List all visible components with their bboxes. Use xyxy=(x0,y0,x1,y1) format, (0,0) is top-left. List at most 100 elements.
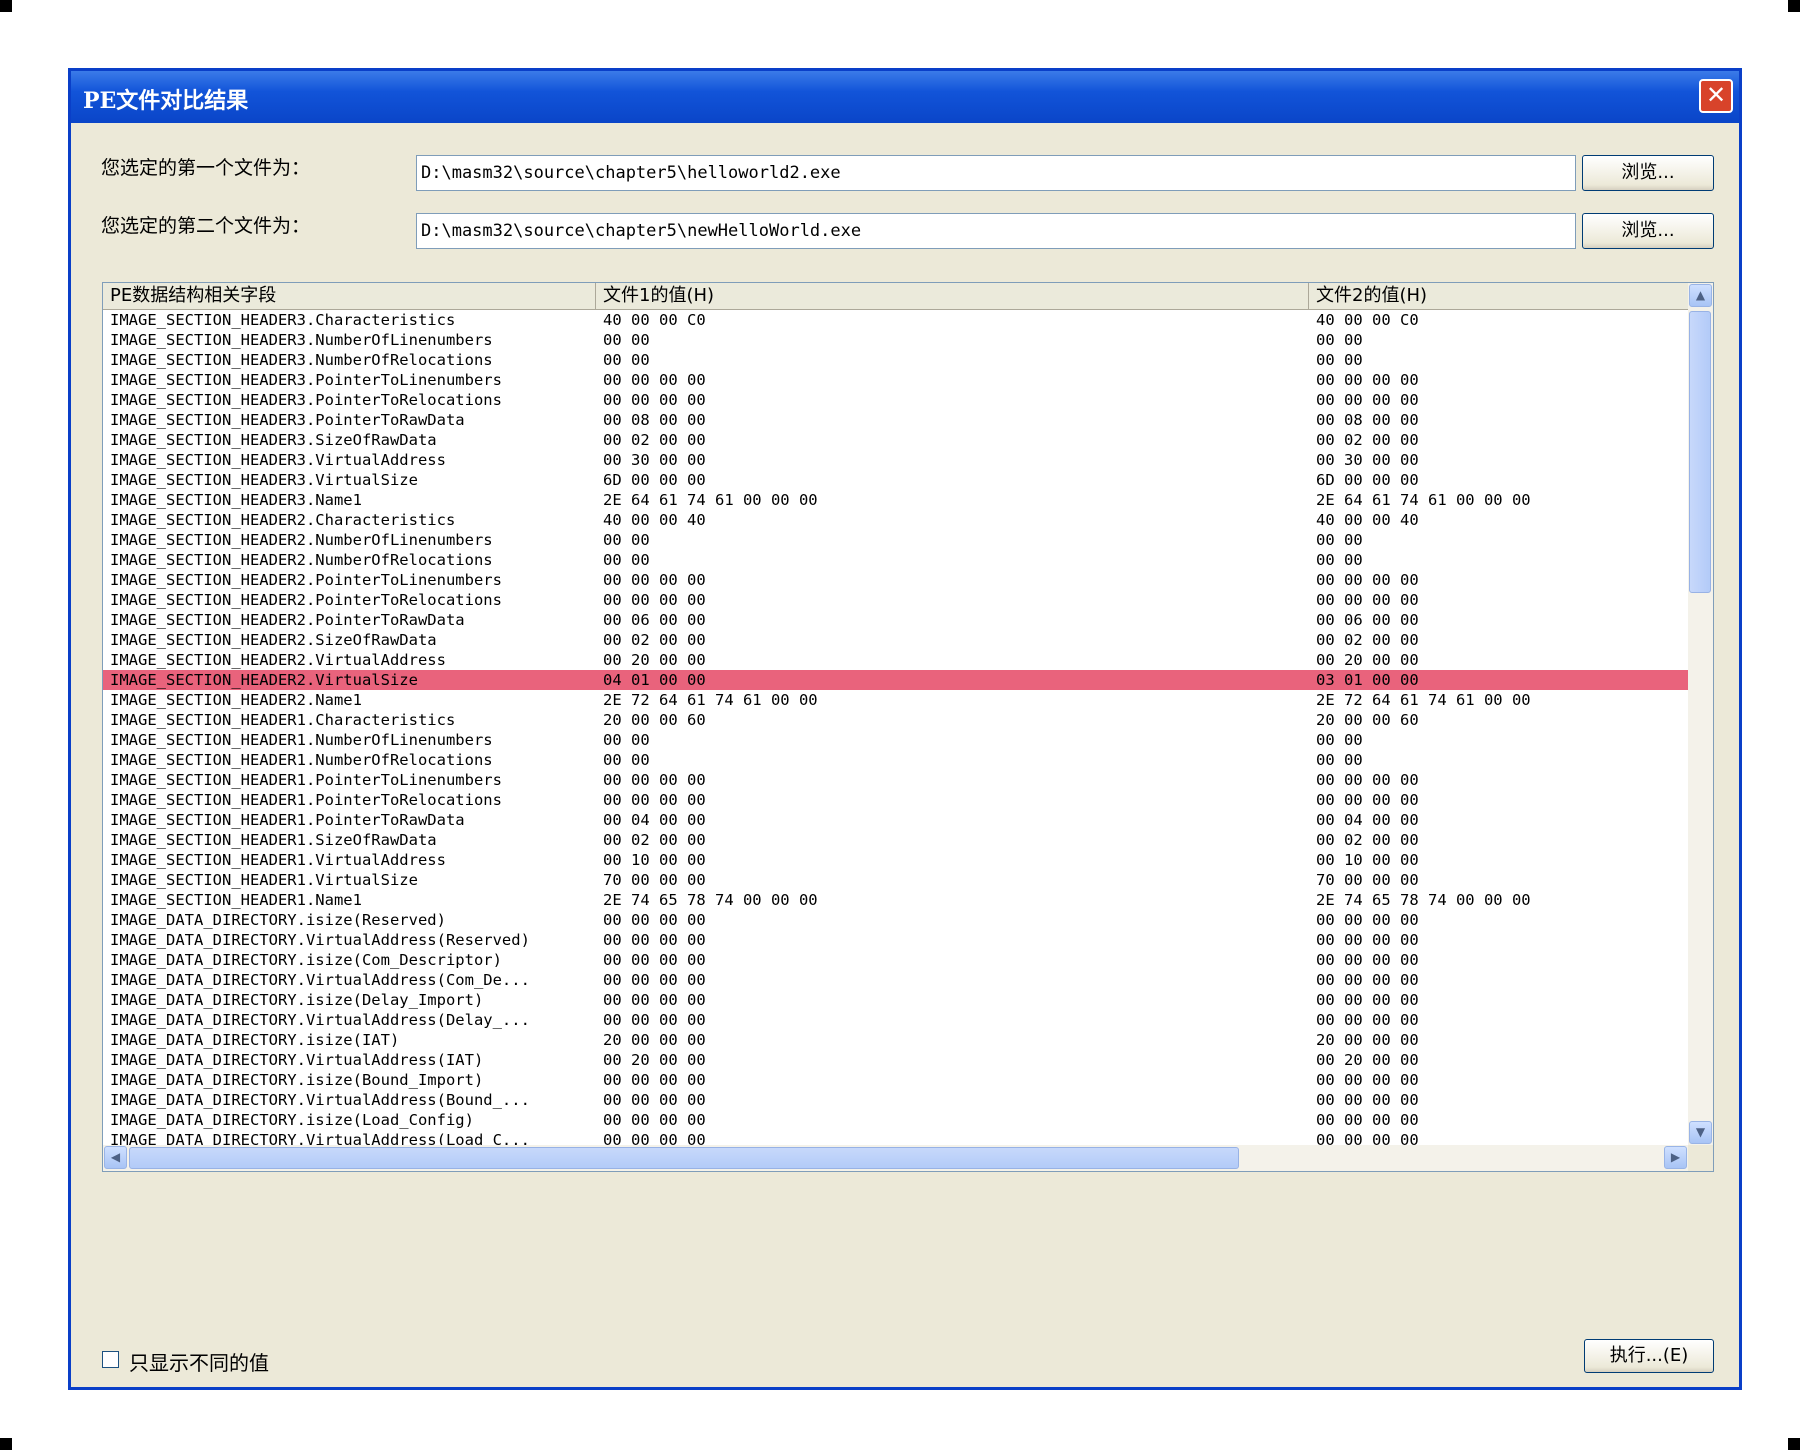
field-cell: IMAGE_SECTION_HEADER2.Name1 xyxy=(110,691,362,709)
table-row[interactable]: IMAGE_SECTION_HEADER1.SizeOfRawData 00 02… xyxy=(103,830,1688,850)
file1-label: 您选定的第一个文件为： xyxy=(101,157,311,179)
file2-value-cell: 00 00 00 00 xyxy=(1316,1091,1419,1109)
table-row[interactable]: IMAGE_SECTION_HEADER2.NumberOfLinenumber… xyxy=(103,530,1688,550)
table-row[interactable]: IMAGE_SECTION_HEADER1.NumberOfLinenumber… xyxy=(103,730,1688,750)
table-row[interactable]: IMAGE_SECTION_HEADER2.PointerToLinenumbe… xyxy=(103,570,1688,590)
file1-value-cell: 40 00 00 C0 xyxy=(603,311,706,329)
table-row[interactable]: IMAGE_DATA_DIRECTORY.isize(Com_Descripto… xyxy=(103,950,1688,970)
table-row[interactable]: IMAGE_DATA_DIRECTORY.VirtualAddress(Dela… xyxy=(103,1010,1688,1030)
file1-value-cell: 40 00 00 40 xyxy=(603,511,706,529)
table-row[interactable]: IMAGE_SECTION_HEADER2.SizeOfRawData 00 02… xyxy=(103,630,1688,650)
table-row[interactable]: IMAGE_SECTION_HEADER1.PointerToLinenumbe… xyxy=(103,770,1688,790)
table-row[interactable]: IMAGE_DATA_DIRECTORY.VirtualAddress(Boun… xyxy=(103,1090,1688,1110)
table-row[interactable]: IMAGE_SECTION_HEADER1.PointerToRelocatio… xyxy=(103,790,1688,810)
file1-value-cell: 00 00 xyxy=(603,551,650,569)
table-row[interactable]: IMAGE_SECTION_HEADER1.Name1 2E 74 65 78 7… xyxy=(103,890,1688,910)
horizontal-scrollbar[interactable]: ◀ ▶ xyxy=(103,1145,1688,1171)
file1-value-cell: 00 08 00 00 xyxy=(603,411,706,429)
field-cell: IMAGE_SECTION_HEADER1.PointerToRawData xyxy=(110,811,465,829)
table-row[interactable]: IMAGE_SECTION_HEADER3.VirtualSize 6D 00 0… xyxy=(103,470,1688,490)
compare-results-list[interactable]: PE数据结构相关字段 文件1的值(H) 文件2的值(H) IMAGE_SECTI… xyxy=(102,282,1714,1172)
file1-path-input[interactable]: D:\masm32\source\chapter5\helloworld2.ex… xyxy=(416,155,1576,191)
horizontal-scroll-thumb[interactable] xyxy=(129,1147,1239,1169)
field-cell: IMAGE_SECTION_HEADER2.PointerToRawData xyxy=(110,611,465,629)
file2-value-cell: 00 00 xyxy=(1316,551,1363,569)
table-row[interactable]: IMAGE_SECTION_HEADER1.NumberOfRelocation… xyxy=(103,750,1688,770)
field-cell: IMAGE_SECTION_HEADER1.Characteristics xyxy=(110,711,456,729)
table-row[interactable]: IMAGE_SECTION_HEADER3.VirtualAddress 00 3… xyxy=(103,450,1688,470)
only-diff-label[interactable]: 只显示不同的值 xyxy=(129,1347,269,1376)
table-row[interactable]: IMAGE_SECTION_HEADER1.PointerToRawData 00… xyxy=(103,810,1688,830)
field-cell: IMAGE_DATA_DIRECTORY.VirtualAddress(Com_… xyxy=(110,971,530,989)
scroll-left-button[interactable]: ◀ xyxy=(104,1146,127,1169)
column-header-file1[interactable]: 文件1的值(H) xyxy=(596,283,1309,309)
table-row[interactable]: IMAGE_DATA_DIRECTORY.isize(Load_Config) 0… xyxy=(103,1110,1688,1130)
file1-browse-button[interactable]: 浏览... xyxy=(1582,155,1714,191)
file2-value-cell: 00 00 00 00 xyxy=(1316,391,1419,409)
table-row[interactable]: IMAGE_SECTION_HEADER3.PointerToLinenumbe… xyxy=(103,370,1688,390)
file1-value-cell: 00 00 00 00 xyxy=(603,971,706,989)
field-cell: IMAGE_SECTION_HEADER3.PointerToRawData xyxy=(110,411,465,429)
list-header: PE数据结构相关字段 文件1的值(H) 文件2的值(H) xyxy=(103,283,1688,310)
file2-value-cell: 00 00 00 00 xyxy=(1316,951,1419,969)
file1-value-cell: 00 20 00 00 xyxy=(603,651,706,669)
execute-button[interactable]: 执行...(E) xyxy=(1584,1339,1714,1373)
field-cell: IMAGE_DATA_DIRECTORY.isize(Bound_Import) xyxy=(110,1071,484,1089)
table-row[interactable]: IMAGE_SECTION_HEADER2.PointerToRawData 00… xyxy=(103,610,1688,630)
table-row[interactable]: IMAGE_SECTION_HEADER3.PointerToRawData 00… xyxy=(103,410,1688,430)
file2-value-cell: 00 00 00 00 xyxy=(1316,931,1419,949)
field-cell: IMAGE_DATA_DIRECTORY.VirtualAddress(Dela… xyxy=(110,1011,530,1029)
table-row[interactable]: IMAGE_SECTION_HEADER1.Characteristics 20 … xyxy=(103,710,1688,730)
file2-browse-button[interactable]: 浏览... xyxy=(1582,213,1714,249)
title-bar[interactable]: PE文件对比结果 ✕ xyxy=(71,71,1739,123)
file1-value-cell: 70 00 00 00 xyxy=(603,871,706,889)
file1-value-cell: 00 00 xyxy=(603,731,650,749)
table-row[interactable]: IMAGE_SECTION_HEADER2.Characteristics 40 … xyxy=(103,510,1688,530)
table-row[interactable]: IMAGE_SECTION_HEADER2.Name1 2E 72 64 61 7… xyxy=(103,690,1688,710)
vertical-scroll-thumb[interactable] xyxy=(1689,311,1711,593)
table-row[interactable]: IMAGE_SECTION_HEADER2.PointerToRelocatio… xyxy=(103,590,1688,610)
scroll-right-button[interactable]: ▶ xyxy=(1664,1146,1687,1169)
table-row[interactable]: IMAGE_DATA_DIRECTORY.isize(Delay_Import)… xyxy=(103,990,1688,1010)
column-header-field[interactable]: PE数据结构相关字段 xyxy=(103,283,596,309)
table-row[interactable]: IMAGE_SECTION_HEADER3.Name1 2E 64 61 74 6… xyxy=(103,490,1688,510)
table-row[interactable]: IMAGE_SECTION_HEADER2.NumberOfRelocation… xyxy=(103,550,1688,570)
field-cell: IMAGE_SECTION_HEADER2.VirtualAddress xyxy=(110,651,446,669)
table-row[interactable]: IMAGE_SECTION_HEADER3.SizeOfRawData 00 02… xyxy=(103,430,1688,450)
file1-value-cell: 00 30 00 00 xyxy=(603,451,706,469)
scroll-down-button[interactable]: ▼ xyxy=(1689,1121,1712,1144)
file2-value-cell: 00 00 00 00 xyxy=(1316,1111,1419,1129)
field-cell: IMAGE_SECTION_HEADER3.Name1 xyxy=(110,491,362,509)
vertical-scrollbar[interactable]: ▲ ▼ xyxy=(1688,283,1713,1145)
table-row[interactable]: IMAGE_DATA_DIRECTORY.isize(Bound_Import)… xyxy=(103,1070,1688,1090)
file2-path-input[interactable]: D:\masm32\source\chapter5\newHelloWorld.… xyxy=(416,213,1576,249)
file1-value-cell: 20 00 00 60 xyxy=(603,711,706,729)
close-button[interactable]: ✕ xyxy=(1699,79,1733,113)
table-row[interactable]: IMAGE_DATA_DIRECTORY.isize(Reserved) 00 0… xyxy=(103,910,1688,930)
file2-value-cell: 00 02 00 00 xyxy=(1316,631,1419,649)
window-title: PE文件对比结果 xyxy=(83,88,249,114)
scroll-up-button[interactable]: ▲ xyxy=(1689,284,1712,307)
table-row[interactable]: IMAGE_SECTION_HEADER3.Characteristics 40 … xyxy=(103,310,1688,330)
table-row[interactable]: IMAGE_SECTION_HEADER3.NumberOfLinenumber… xyxy=(103,330,1688,350)
file1-value-cell: 00 10 00 00 xyxy=(603,851,706,869)
table-row[interactable]: IMAGE_DATA_DIRECTORY.VirtualAddress(Com_… xyxy=(103,970,1688,990)
field-cell: IMAGE_SECTION_HEADER1.PointerToRelocatio… xyxy=(110,791,502,809)
table-row[interactable]: IMAGE_DATA_DIRECTORY.VirtualAddress(Rese… xyxy=(103,930,1688,950)
column-header-file2[interactable]: 文件2的值(H) xyxy=(1309,283,1688,309)
file2-value-cell: 2E 74 65 78 74 00 00 00 xyxy=(1316,891,1531,909)
table-row[interactable]: IMAGE_SECTION_HEADER3.PointerToRelocatio… xyxy=(103,390,1688,410)
file1-value-cell: 00 00 00 00 xyxy=(603,991,706,1009)
table-row[interactable]: IMAGE_SECTION_HEADER1.VirtualSize 70 00 0… xyxy=(103,870,1688,890)
table-row[interactable]: IMAGE_DATA_DIRECTORY.VirtualAddress(IAT)… xyxy=(103,1050,1688,1070)
table-row-highlighted[interactable]: IMAGE_SECTION_HEADER2.VirtualSize 04 01 0… xyxy=(103,670,1688,690)
only-diff-checkbox[interactable] xyxy=(102,1351,119,1368)
file2-value-cell: 00 00 00 00 xyxy=(1316,911,1419,929)
field-cell: IMAGE_SECTION_HEADER3.VirtualAddress xyxy=(110,451,446,469)
file1-value-cell: 04 01 00 00 xyxy=(603,671,706,689)
table-row[interactable]: IMAGE_SECTION_HEADER2.VirtualAddress 00 2… xyxy=(103,650,1688,670)
table-row[interactable]: IMAGE_SECTION_HEADER3.NumberOfRelocation… xyxy=(103,350,1688,370)
table-row[interactable]: IMAGE_SECTION_HEADER1.VirtualAddress 00 1… xyxy=(103,850,1688,870)
table-row[interactable]: IMAGE_DATA_DIRECTORY.isize(IAT) 20 00 00 … xyxy=(103,1030,1688,1050)
file2-value-cell: 00 10 00 00 xyxy=(1316,851,1419,869)
